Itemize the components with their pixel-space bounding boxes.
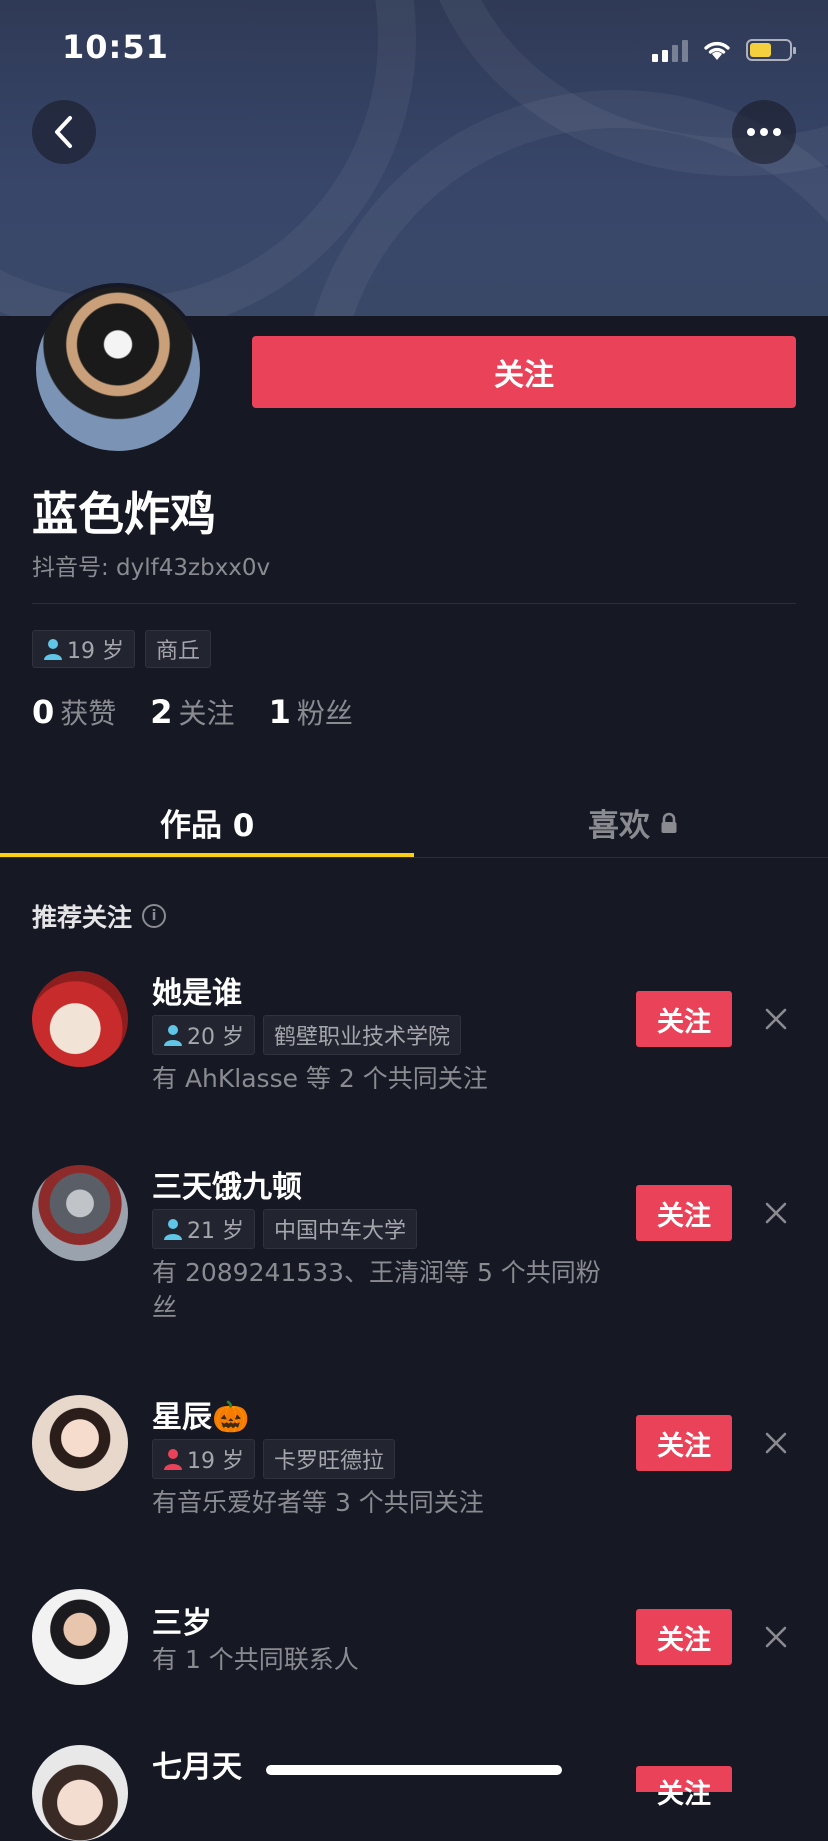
close-icon: [765, 1008, 787, 1030]
age-text: 20 岁: [187, 1025, 244, 1050]
rec-name[interactable]: 她是谁: [152, 968, 242, 1012]
age-text: 19 岁: [67, 639, 124, 664]
status-icons: [652, 36, 796, 64]
tab-works[interactable]: 作品 0: [160, 800, 254, 845]
stat-likes-label: 获赞: [60, 697, 117, 730]
school-text: 卡罗旺德拉: [274, 1449, 385, 1474]
female-icon: [164, 1449, 182, 1470]
stat-following-num: 2: [150, 693, 173, 731]
cellular-signal-icon: [652, 38, 688, 62]
rec-name[interactable]: 三岁: [152, 1598, 212, 1642]
more-button[interactable]: [732, 100, 796, 164]
avatar[interactable]: [32, 1165, 128, 1261]
divider: [32, 603, 796, 604]
dismiss-button[interactable]: [760, 1621, 792, 1653]
age-tag: 19 岁: [152, 1439, 255, 1479]
back-button[interactable]: [32, 100, 96, 164]
male-icon: [164, 1025, 182, 1046]
dismiss-button[interactable]: [760, 1197, 792, 1229]
stat-likes-num: 0: [32, 693, 55, 731]
rec-follow-button[interactable]: 关注: [636, 1609, 732, 1665]
age-text: 21 岁: [187, 1219, 244, 1244]
school-tag: 中国中车大学: [263, 1209, 418, 1249]
avatar[interactable]: [32, 971, 128, 1067]
avatar[interactable]: [32, 1589, 128, 1685]
rec-tags: 19 岁 卡罗旺德拉: [152, 1439, 396, 1479]
age-tag: 21 岁: [152, 1209, 255, 1249]
rec-tags: 20 岁 鹤壁职业技术学院: [152, 1015, 462, 1055]
stat-followers-num: 1: [268, 693, 291, 731]
profile-avatar[interactable]: [32, 283, 204, 455]
rec-mutual: 有音乐爱好者等 3 个共同关注: [152, 1488, 484, 1517]
info-icon[interactable]: i: [142, 904, 167, 928]
school-text: 中国中车大学: [274, 1219, 407, 1244]
close-icon: [765, 1432, 787, 1454]
rec-name[interactable]: 三天饿九顿: [152, 1162, 302, 1206]
more-horizontal-icon: [747, 128, 781, 136]
male-icon: [44, 639, 62, 660]
rec-follow-button[interactable]: 关注: [636, 991, 732, 1047]
rec-follow-button[interactable]: 关注: [636, 1185, 732, 1241]
profile-stats: 0 获赞 2 关注 1 粉丝: [32, 692, 353, 732]
rec-tags: 21 岁 中国中车大学: [152, 1209, 418, 1249]
avatar[interactable]: [32, 1395, 128, 1491]
school-tag: 卡罗旺德拉: [263, 1439, 396, 1479]
profile-tags: 19 岁 商丘: [32, 630, 212, 668]
close-icon: [765, 1202, 787, 1224]
battery-level: [750, 43, 771, 57]
tab-likes[interactable]: 喜欢: [588, 800, 678, 845]
dismiss-button[interactable]: [760, 1427, 792, 1459]
dismiss-button[interactable]: [760, 1003, 792, 1035]
status-time: 10:51: [62, 28, 169, 66]
age-tag: 20 岁: [152, 1015, 255, 1055]
close-icon: [765, 1626, 787, 1648]
stat-followers[interactable]: 1 粉丝: [269, 692, 353, 732]
stat-followers-label: 粉丝: [296, 697, 353, 730]
rec-mutual: 有 1 个共同联系人: [152, 1645, 359, 1674]
profile-nickname: 蓝色炸鸡: [32, 487, 216, 541]
follow-button[interactable]: 关注: [252, 336, 796, 408]
tab-likes-label: 喜欢: [588, 808, 650, 844]
rec-name[interactable]: 星辰🎃: [152, 1392, 249, 1436]
home-indicator[interactable]: [266, 1765, 562, 1775]
douyin-id[interactable]: 抖音号: dylf43zbxx0v: [32, 548, 270, 582]
tab-divider: [0, 857, 828, 858]
recommend-title: 推荐关注 i: [32, 898, 167, 934]
school-tag: 鹤壁职业技术学院: [263, 1015, 462, 1055]
recommend-title-text: 推荐关注: [32, 903, 133, 932]
age-text: 19 岁: [187, 1449, 244, 1474]
location-text: 商丘: [156, 639, 201, 664]
stat-following[interactable]: 2 关注: [150, 692, 234, 732]
school-text: 鹤壁职业技术学院: [274, 1025, 451, 1050]
battery-icon: [746, 39, 796, 61]
stat-following-label: 关注: [178, 697, 235, 730]
location-tag: 商丘: [145, 630, 212, 668]
wifi-icon: [704, 41, 730, 60]
rec-name[interactable]: 七月天: [152, 1742, 242, 1786]
rec-follow-button[interactable]: 关注: [636, 1415, 732, 1471]
avatar[interactable]: [32, 1745, 128, 1841]
stat-likes[interactable]: 0 获赞: [32, 692, 116, 732]
rec-follow-button[interactable]: 关注: [636, 1766, 732, 1809]
lock-icon: [661, 812, 677, 833]
chevron-left-icon: [55, 116, 72, 148]
age-tag: 19 岁: [32, 630, 135, 668]
male-icon: [164, 1219, 182, 1240]
rec-mutual: 有 2089241533、王清润等 5 个共同粉丝: [152, 1258, 601, 1322]
rec-mutual: 有 AhKlasse 等 2 个共同关注: [152, 1064, 488, 1093]
